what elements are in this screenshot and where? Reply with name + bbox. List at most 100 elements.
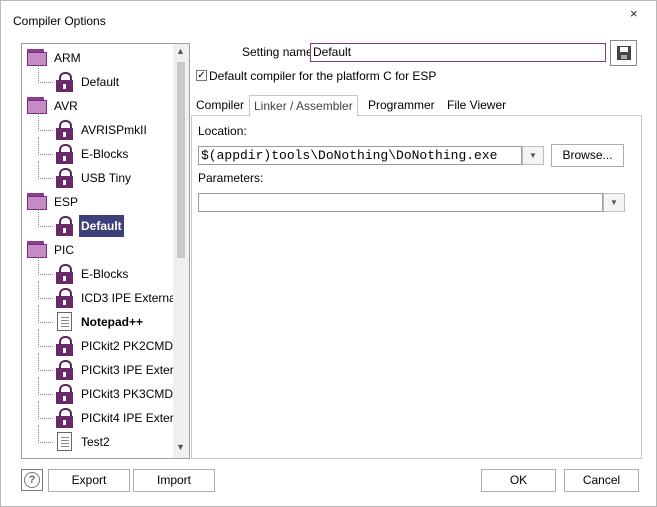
tree-node[interactable]: AVRISPmkII xyxy=(22,113,172,141)
tree-node[interactable]: AVR xyxy=(22,95,172,117)
tree-connector xyxy=(38,425,39,443)
tree-node[interactable]: PIC xyxy=(22,239,172,261)
tree-folder-label: ESP xyxy=(54,195,79,209)
lock-icon xyxy=(56,168,73,189)
tree-item-label: USB Tiny xyxy=(81,171,132,185)
title-bar: Compiler Options × xyxy=(1,1,656,39)
tree-connector xyxy=(38,257,39,275)
tree-connector xyxy=(38,137,39,155)
tree-connector xyxy=(38,418,53,419)
folder-icon xyxy=(27,49,47,66)
parameters-input[interactable] xyxy=(198,193,603,212)
location-label: Location: xyxy=(198,124,247,138)
tree-connector xyxy=(38,82,53,83)
tree-connector xyxy=(38,394,53,395)
tree-item-label: AVRISPmkII xyxy=(81,123,147,137)
tree-node[interactable]: Test2 xyxy=(22,425,172,453)
tree-connector xyxy=(38,154,53,155)
lock-icon xyxy=(56,120,73,141)
tree-node[interactable]: E-Blocks xyxy=(22,137,172,165)
tree-connector xyxy=(38,209,39,227)
folder-icon xyxy=(27,241,47,258)
scroll-up-icon[interactable]: ▲ xyxy=(176,46,185,56)
cancel-button[interactable]: Cancel xyxy=(564,469,639,492)
tree-item-label: PICkit3 PK3CMD xyxy=(81,387,174,401)
document-icon xyxy=(57,432,72,451)
tree-connector xyxy=(38,346,53,347)
close-icon[interactable]: × xyxy=(630,6,638,21)
tab-file-viewer[interactable]: File Viewer xyxy=(443,95,510,115)
tree-scrollbar[interactable]: ▲ ▼ xyxy=(173,44,189,458)
tab-linker-assembler[interactable]: Linker / Assembler xyxy=(249,95,358,117)
tree-connector xyxy=(38,322,53,323)
lock-icon xyxy=(56,144,73,165)
tree-node[interactable]: E-Blocks xyxy=(22,257,172,285)
browse-button[interactable]: Browse... xyxy=(551,144,624,167)
tree-connector xyxy=(38,65,39,83)
tab-programmer[interactable]: Programmer xyxy=(364,95,439,115)
import-button[interactable]: Import xyxy=(133,469,215,492)
tree-node[interactable]: PICkit3 PK3CMD xyxy=(22,377,174,405)
tree-item-label: E-Blocks xyxy=(81,267,129,281)
tree-item-label: Notepad++ xyxy=(81,315,144,329)
tree-node[interactable]: PICkit3 IPE External xyxy=(22,353,189,381)
document-icon xyxy=(57,312,72,331)
folder-icon xyxy=(27,97,47,114)
ok-button[interactable]: OK xyxy=(481,469,556,492)
location-input[interactable]: $(appdir)tools\DoNothing\DoNothing.exe xyxy=(198,146,522,165)
tree-connector xyxy=(38,298,53,299)
tree-node[interactable]: USB Tiny xyxy=(22,161,172,189)
lock-icon xyxy=(56,288,73,309)
lock-icon xyxy=(56,408,73,429)
tree-connector xyxy=(38,274,53,275)
parameters-dropdown-icon[interactable]: ▼ xyxy=(603,193,625,212)
tree-connector xyxy=(38,130,53,131)
tree-connector xyxy=(38,305,39,323)
tab-compiler[interactable]: Compiler xyxy=(192,95,248,115)
tree-node[interactable]: Default xyxy=(22,65,172,93)
setting-name-label: Setting name: xyxy=(242,45,317,59)
tree-item-label: Default xyxy=(81,75,120,89)
compiler-tree[interactable]: ARM Default AVR AVRISPmkII E-Blocks USB Tiny E… xyxy=(21,43,190,459)
tree-node[interactable]: ESP xyxy=(22,191,172,213)
tree-connector xyxy=(38,353,39,371)
lock-icon xyxy=(56,336,73,357)
lock-icon xyxy=(56,216,73,237)
tree-folder-label: AVR xyxy=(54,99,78,113)
tree-item-label: Test2 xyxy=(81,435,110,449)
default-compiler-checkbox[interactable]: ✓ xyxy=(196,70,207,81)
location-dropdown-icon[interactable]: ▼ xyxy=(522,146,544,165)
folder-icon xyxy=(27,193,47,210)
tree-node[interactable]: Notepad++ xyxy=(22,305,172,333)
tree-connector xyxy=(38,442,53,443)
save-icon xyxy=(617,46,631,60)
tree-connector xyxy=(38,370,53,371)
lock-icon xyxy=(56,264,73,285)
tree-node[interactable]: PICkit4 IPE External xyxy=(22,401,189,429)
tree-item-label: PICkit2 PK2CMD xyxy=(81,339,174,353)
tree-connector xyxy=(38,161,39,179)
compiler-options-window: Compiler Options × ARM Default AVR AVRISPmk… xyxy=(0,0,657,507)
lock-icon xyxy=(56,360,73,381)
default-compiler-label: Default compiler for the platform C for … xyxy=(209,69,437,83)
export-button[interactable]: Export xyxy=(48,469,130,492)
setting-name-input[interactable]: Default xyxy=(310,43,606,62)
tree-node[interactable]: ICD3 IPE External xyxy=(22,281,178,309)
tree-connector xyxy=(38,178,53,179)
tree-item-label: ICD3 IPE External xyxy=(81,291,179,305)
tree-folder-label: ARM xyxy=(54,51,81,65)
scroll-down-icon[interactable]: ▼ xyxy=(176,442,185,452)
tree-node[interactable]: ARM xyxy=(22,47,172,69)
tree-node[interactable]: PICkit2 PK2CMD xyxy=(22,329,174,357)
save-button[interactable] xyxy=(610,40,637,66)
help-button[interactable]: ? xyxy=(21,469,43,491)
tree-connector xyxy=(38,377,39,395)
tree-item-selected-label: Default xyxy=(79,215,124,237)
tree-node[interactable]: Default xyxy=(22,209,172,237)
scroll-thumb[interactable] xyxy=(177,62,185,258)
help-icon: ? xyxy=(24,472,40,488)
lock-icon xyxy=(56,384,73,405)
tree-connector xyxy=(38,226,53,227)
tree-connector xyxy=(38,401,39,419)
tree-connector xyxy=(38,281,39,299)
